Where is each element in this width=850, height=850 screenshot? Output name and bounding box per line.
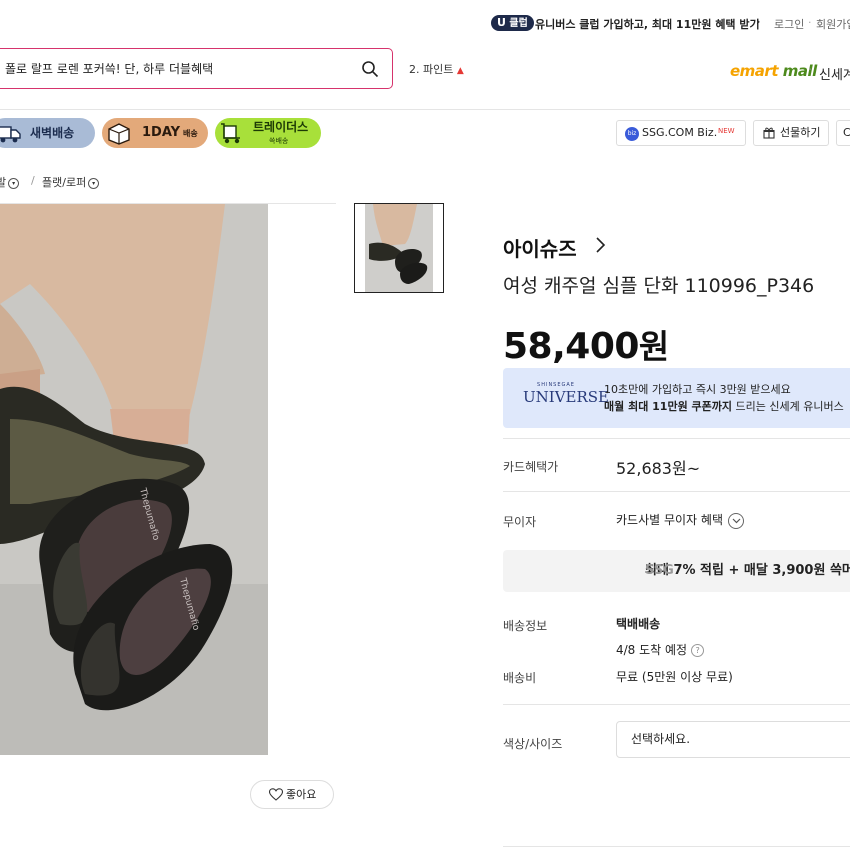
- main-product-image[interactable]: Thepumafio Thepumafio: [0, 203, 337, 755]
- top-strip: U 클럽 유니버스 클럽 가입하고, 최대 11만원 혜택 받기 › 로그인 ·…: [0, 12, 850, 34]
- popular-search-rank[interactable]: 2. 파인트 ▲: [409, 61, 464, 77]
- delivery-eta: 4/8 도착 예정?: [616, 641, 705, 658]
- chevron-right-icon[interactable]: [594, 236, 606, 254]
- product-title: 여성 캐주얼 심플 단화 110996_P346: [503, 275, 815, 297]
- gift-icon: [763, 127, 775, 139]
- shinsegae-mall-link[interactable]: 신세계: [819, 64, 850, 83]
- card-benefit-price: 52,683원~: [616, 459, 701, 478]
- shinsegae-universe-logo: SHINSEGAE UNIVERSE: [523, 382, 609, 406]
- product-price: 58,400원: [503, 326, 669, 367]
- emart-mall-logo[interactable]: emart mall: [730, 62, 817, 80]
- installment-benefit-link[interactable]: 카드사별 무이자 혜택: [616, 511, 744, 529]
- traders-delivery-button[interactable]: 트레이더스 쓱배송: [215, 118, 321, 148]
- chevron-down-icon: [728, 512, 744, 529]
- delivery-method: 택배배송: [616, 617, 661, 631]
- product-photo: Thepumafio Thepumafio: [0, 204, 337, 755]
- ssg-money-reward-banner[interactable]: 최대 7% 적립 + 매달 3,900원 쓱머니 제공, SSG: [503, 550, 850, 592]
- color-size-select[interactable]: 선택하세요.: [616, 721, 850, 758]
- delivery-truck-icon: [0, 126, 21, 143]
- dawn-delivery-button[interactable]: 새벽배송: [0, 118, 95, 148]
- search-icon[interactable]: [361, 60, 379, 78]
- biz-icon: biz: [625, 127, 639, 141]
- option-label: 색상/사이즈: [503, 737, 563, 751]
- one-day-delivery-button[interactable]: 1DAY 배송: [102, 118, 208, 148]
- info-divider: [503, 846, 850, 847]
- chevron-down-icon: ▾: [88, 177, 100, 189]
- search-box: [0, 48, 393, 89]
- product-thumbnail-1[interactable]: [354, 203, 444, 293]
- breadcrumb-separator: /: [31, 174, 35, 187]
- separator-dot: ·: [808, 63, 813, 78]
- heart-icon: [269, 788, 283, 801]
- universe-club-promo-link[interactable]: 유니버스 클럽 가입하고, 최대 11만원 혜택 받기: [535, 16, 760, 32]
- help-icon[interactable]: ?: [691, 644, 705, 657]
- like-button[interactable]: 좋아요: [250, 780, 334, 809]
- banner-line-2: 매월 최대 11만원 쿠폰까지 드리는 신세계 유니버스: [604, 400, 844, 413]
- more-tool-button[interactable]: C: [836, 120, 850, 146]
- product-page: U 클럽 유니버스 클럽 가입하고, 최대 11만원 혜택 받기 › 로그인 ·…: [0, 0, 850, 850]
- search-input[interactable]: [5, 49, 345, 88]
- thumbnail-photo: [365, 204, 433, 292]
- separator-dot: ·: [808, 16, 812, 29]
- shipping-fee-label: 배송비: [503, 671, 537, 685]
- new-badge: NEW: [718, 127, 735, 135]
- info-divider: [503, 704, 850, 705]
- banner-line-1: 10초만에 가입하고 즉시 3만원 받으세요: [604, 383, 791, 396]
- brand-name-link[interactable]: 아이슈즈: [503, 233, 577, 262]
- breadcrumb-category-1[interactable]: 발 ▾: [0, 174, 20, 190]
- login-link[interactable]: 로그인: [774, 16, 804, 32]
- gift-button[interactable]: 선물하기: [753, 120, 829, 146]
- universe-club-badge[interactable]: U 클럽: [491, 15, 534, 31]
- installment-label: 무이자: [503, 515, 537, 529]
- card-benefit-label: 카드혜택가: [503, 460, 559, 474]
- delivery-info-label: 배송정보: [503, 619, 548, 633]
- delivery-box-icon: [108, 123, 130, 145]
- universe-club-banner[interactable]: SHINSEGAE UNIVERSE 10초만에 가입하고 즉시 3만원 받으세…: [503, 368, 850, 428]
- header-divider: [0, 109, 850, 110]
- join-link[interactable]: 회원가입: [816, 16, 850, 32]
- trend-up-icon: ▲: [456, 66, 464, 76]
- ssg-biz-button[interactable]: biz SSG.COM Biz. NEW: [616, 120, 746, 146]
- chevron-right-icon: ›: [756, 15, 761, 28]
- chevron-down-icon: ▾: [8, 177, 20, 189]
- info-divider: [503, 438, 850, 439]
- shipping-fee-value: 무료 (5만원 이상 무료): [616, 670, 733, 684]
- breadcrumb-category-2[interactable]: 플랫/로퍼 ▾: [42, 174, 100, 190]
- delivery-cart-icon: [221, 123, 240, 144]
- info-divider: [503, 491, 850, 492]
